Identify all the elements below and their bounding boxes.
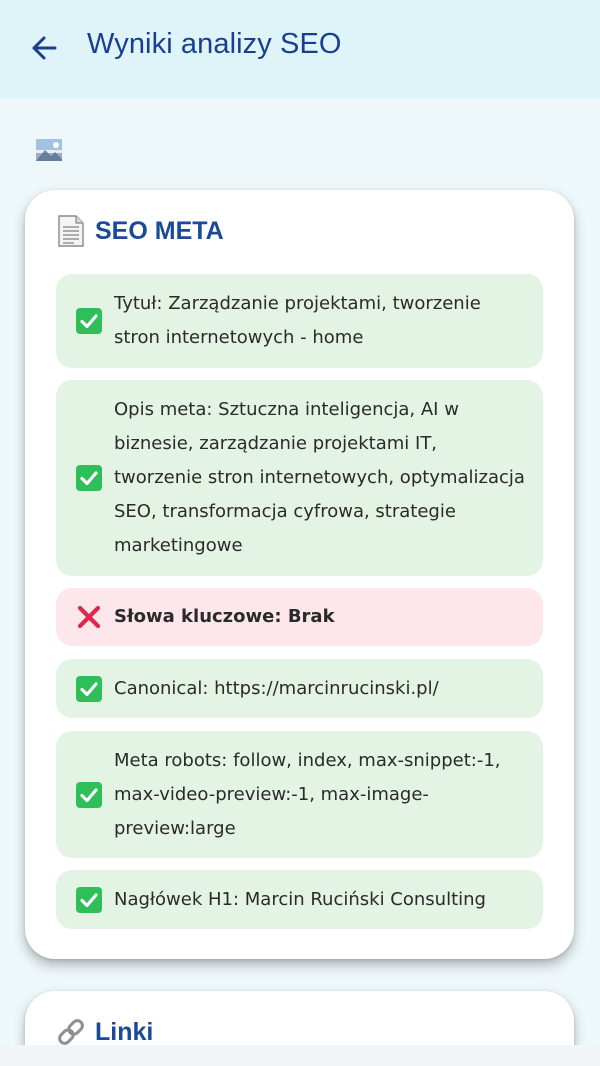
- system-navigation-strip: [0, 1045, 600, 1066]
- meta-item-description: Opis meta: Sztuczna inteligencja, AI w b…: [56, 380, 543, 576]
- meta-item-title: Tytuł: Zarządzanie projektami, tworzenie…: [56, 274, 543, 368]
- arrow-left-icon: [32, 36, 57, 60]
- seo-meta-title: SEO META: [95, 216, 224, 245]
- app-bar: Wyniki analizy SEO: [0, 0, 600, 99]
- results-content[interactable]: SEO META Tytuł: Zarządzanie projektami, …: [0, 99, 600, 1045]
- page-title: Wyniki analizy SEO: [87, 28, 342, 60]
- meta-item-text: Opis meta: Sztuczna inteligencja, AI w b…: [114, 399, 525, 556]
- page-document-icon: [55, 214, 87, 248]
- links-title: Linki: [95, 1017, 154, 1046]
- meta-item-h1: Nagłówek H1: Marcin Ruciński Consulting: [56, 870, 543, 929]
- meta-item-text: Tytuł: Zarządzanie projektami, tworzenie…: [114, 293, 481, 348]
- meta-item-keywords: Słowa kluczowe: Brak: [56, 588, 543, 646]
- link-icon: [55, 1015, 87, 1045]
- meta-item-text: Nagłówek H1: Marcin Ruciński Consulting: [114, 888, 486, 910]
- meta-item-text: Canonical: https://marcinrucinski.pl/: [114, 677, 439, 699]
- back-button[interactable]: [26, 30, 62, 66]
- check-mark-icon: [76, 308, 102, 334]
- check-mark-icon: [76, 781, 102, 808]
- meta-item-text: Słowa kluczowe: Brak: [114, 606, 335, 627]
- links-heading: Linki: [55, 1015, 153, 1045]
- check-mark-icon: [76, 675, 102, 702]
- meta-item-text: Meta robots: follow, index, max-snippet:…: [114, 749, 501, 839]
- broken-image-icon: [36, 139, 62, 161]
- check-mark-icon: [76, 465, 102, 491]
- meta-item-robots: Meta robots: follow, index, max-snippet:…: [56, 731, 543, 858]
- cross-mark-icon: [76, 604, 102, 630]
- meta-item-canonical: Canonical: https://marcinrucinski.pl/: [56, 659, 543, 718]
- seo-meta-heading: SEO META: [55, 214, 224, 248]
- links-card: Linki: [25, 991, 574, 1045]
- seo-meta-card: SEO META Tytuł: Zarządzanie projektami, …: [25, 190, 574, 959]
- check-mark-icon: [76, 886, 102, 913]
